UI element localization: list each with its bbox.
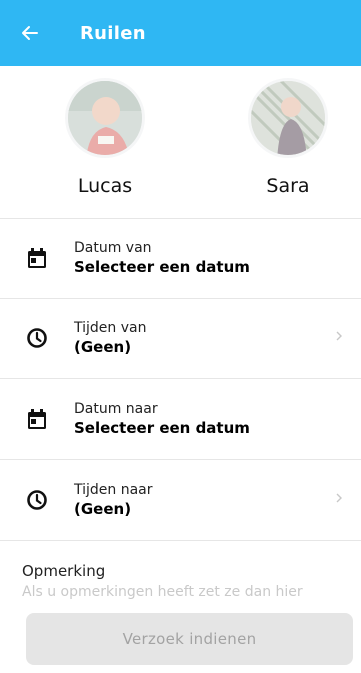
remark-label: Opmerking <box>22 562 106 580</box>
times-to-value: (Geen) <box>74 500 132 518</box>
children-section: Lucas Sara <box>0 66 361 218</box>
chevron-right-icon <box>335 492 361 508</box>
date-from-label: Datum van <box>74 240 152 256</box>
times-from-label: Tijden van <box>74 320 147 336</box>
times-from-value: (Geen) <box>74 338 132 356</box>
app-bar: Ruilen <box>0 0 361 66</box>
date-from-row[interactable]: Datum van Selecteer een datum <box>0 218 361 298</box>
calendar-icon <box>28 248 46 268</box>
calendar-icon <box>28 409 46 429</box>
avatar <box>248 78 328 158</box>
times-to-row[interactable]: Tijden naar (Geen) <box>0 460 361 540</box>
child-sara[interactable]: Sara <box>228 78 348 197</box>
clock-icon <box>27 328 47 348</box>
divider <box>0 540 361 541</box>
date-to-label: Datum naar <box>74 401 158 417</box>
arrow-left-icon <box>22 26 38 40</box>
submit-request-button[interactable]: Verzoek indienen <box>26 613 353 665</box>
times-from-row[interactable]: Tijden van (Geen) <box>0 298 361 378</box>
child-name: Sara <box>266 175 310 197</box>
chevron-right-icon <box>335 330 361 346</box>
date-to-value: Selecteer een datum <box>74 419 250 437</box>
child-name: Lucas <box>77 175 133 197</box>
child-lucas[interactable]: Lucas <box>45 78 165 197</box>
page-title: Ruilen <box>80 22 146 44</box>
avatar <box>65 78 145 158</box>
clock-icon <box>27 490 47 510</box>
times-to-label: Tijden naar <box>74 482 153 498</box>
back-button[interactable] <box>0 0 60 66</box>
date-to-row[interactable]: Datum naar Selecteer een datum <box>0 379 361 459</box>
date-from-value: Selecteer een datum <box>74 258 250 276</box>
